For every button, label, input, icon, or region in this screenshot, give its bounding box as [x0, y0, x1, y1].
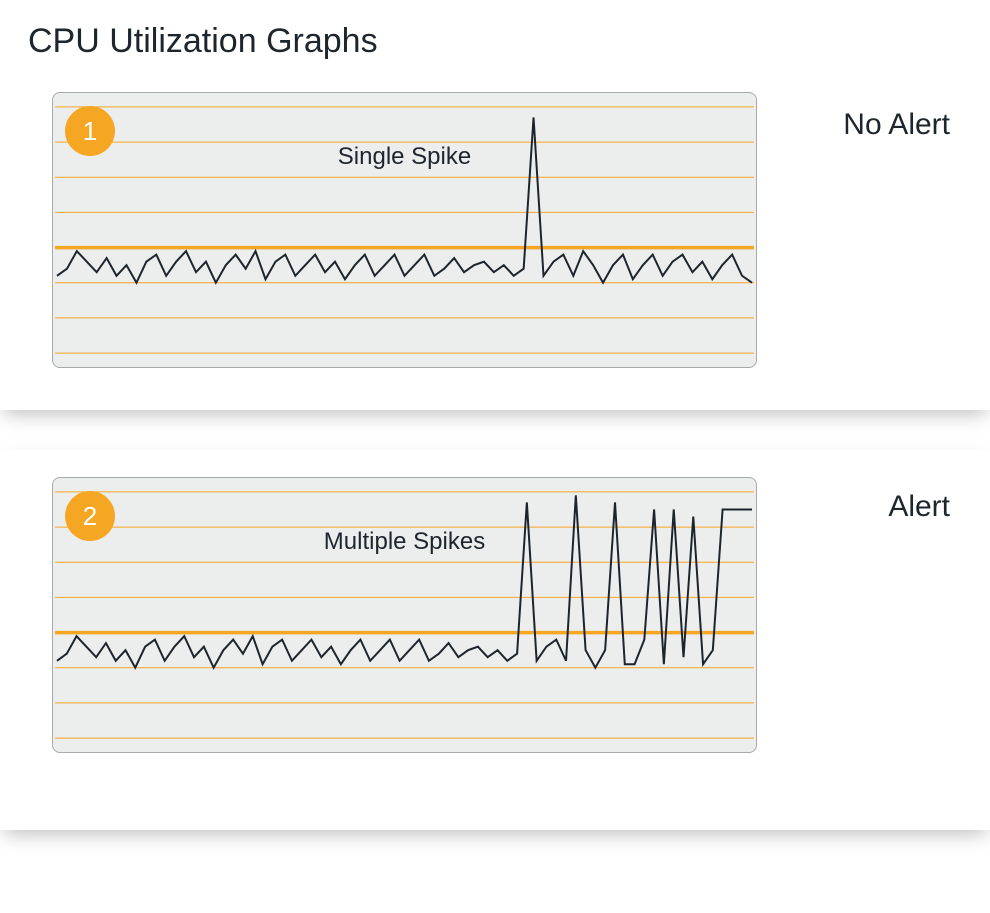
status-label-alert: Alert: [888, 490, 950, 524]
chart-svg-2: [53, 478, 756, 752]
chart-badge-1: 1: [65, 106, 115, 156]
chart-caption-2: Multiple Spikes: [324, 528, 485, 556]
page: CPU Utilization Graphs No Alert Alert 1 …: [0, 0, 990, 913]
chart-badge-2: 2: [65, 491, 115, 541]
chart-multiple-spikes: 2 Multiple Spikes: [52, 477, 757, 753]
chart-caption-1: Single Spike: [338, 143, 471, 171]
ticks-group-2: 100%90%80%70%60%50%40%30%: [0, 477, 52, 753]
chart-single-spike: 1 Single Spike: [52, 92, 757, 368]
chart-svg-1: [53, 93, 756, 367]
status-label-no-alert: No Alert: [843, 108, 950, 142]
data-series-line: [57, 495, 752, 667]
ticks-group-1: 100%90%80%70%60%50%40%30%: [0, 92, 52, 368]
page-title: CPU Utilization Graphs: [28, 22, 378, 61]
